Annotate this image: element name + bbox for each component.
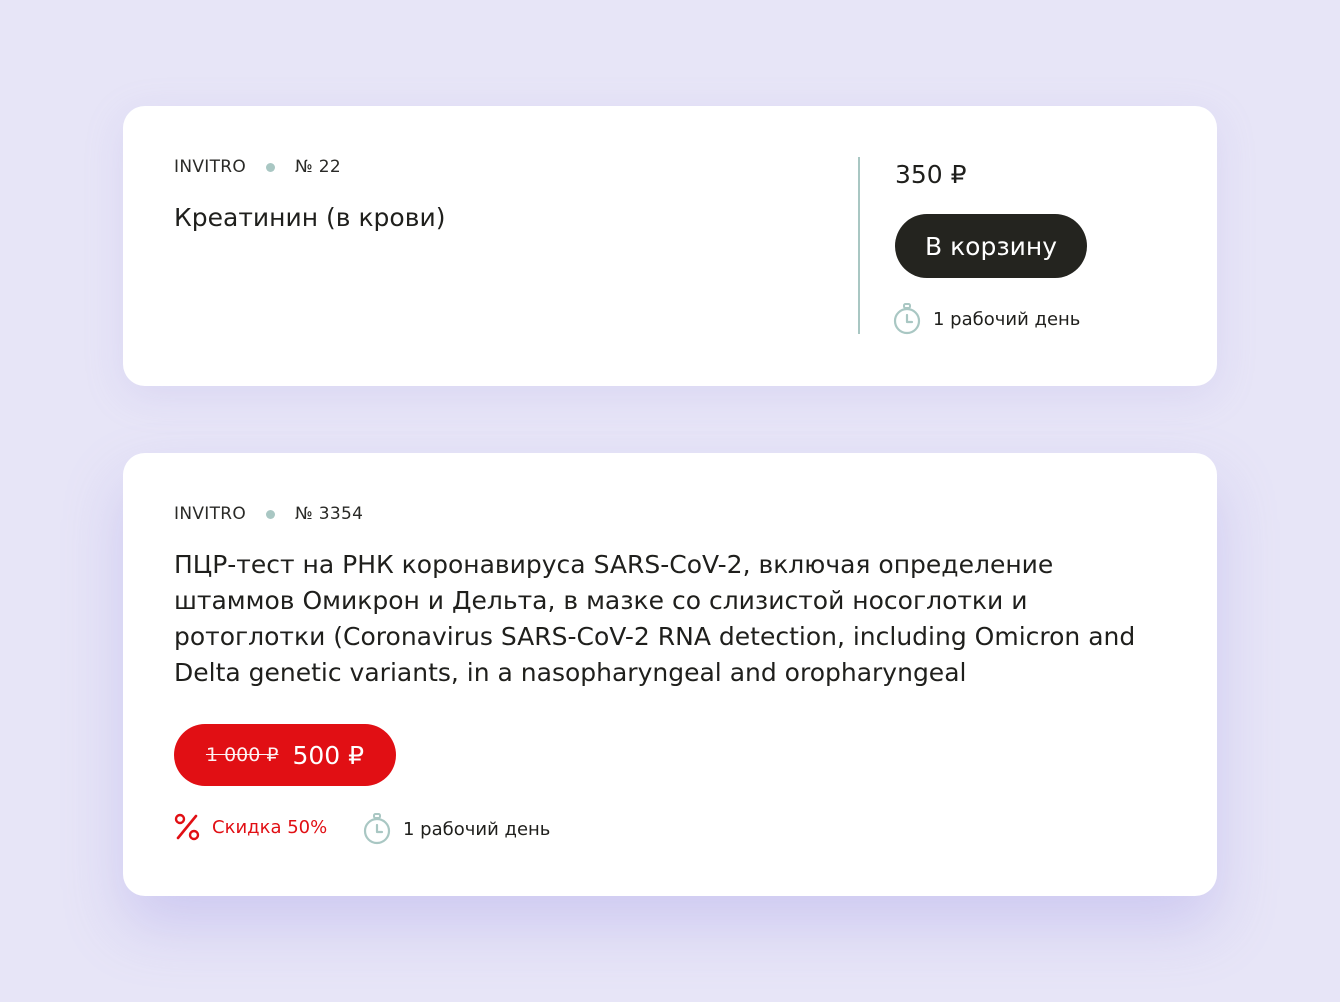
add-to-cart-button[interactable]: В корзину — [895, 214, 1087, 278]
card-meta: INVITRO № 3354 — [174, 504, 363, 524]
stopwatch-icon — [363, 813, 391, 845]
separator-dot — [266, 162, 276, 172]
turnaround-label: 1 рабочий день — [933, 308, 1081, 330]
lab-name: INVITRO — [174, 157, 247, 177]
new-price: 500 ₽ — [292, 740, 365, 770]
old-price: 1 000 ₽ — [205, 744, 279, 766]
test-code: № 22 — [295, 157, 341, 177]
test-card-pcr[interactable]: INVITRO № 3354 ПЦР-тест на РНК коронавир… — [123, 453, 1217, 896]
discount-badge: Скидка 50% — [174, 813, 327, 841]
discount-label: Скидка 50% — [212, 816, 328, 838]
percent-icon — [174, 813, 200, 841]
turnaround-time: 1 рабочий день — [363, 813, 550, 845]
test-card-creatinine[interactable]: INVITRO № 22 Креатинин (в крови) 350 ₽ В… — [123, 106, 1217, 386]
test-title[interactable]: Креатинин (в крови) — [174, 202, 445, 234]
sale-price-button[interactable]: 1 000 ₽ 500 ₽ — [174, 724, 396, 786]
test-title[interactable]: ПЦР-тест на РНК коронавируса SARS-CoV-2,… — [174, 547, 1174, 691]
stopwatch-icon — [893, 303, 921, 335]
test-code: № 3354 — [295, 504, 364, 524]
turnaround-label: 1 рабочий день — [403, 818, 551, 840]
card-meta: INVITRO № 22 — [174, 157, 341, 177]
test-price: 350 ₽ — [895, 160, 967, 189]
lab-name: INVITRO — [174, 504, 247, 524]
turnaround-time: 1 рабочий день — [893, 303, 1080, 335]
separator-dot — [266, 509, 276, 519]
vertical-divider — [858, 157, 860, 334]
